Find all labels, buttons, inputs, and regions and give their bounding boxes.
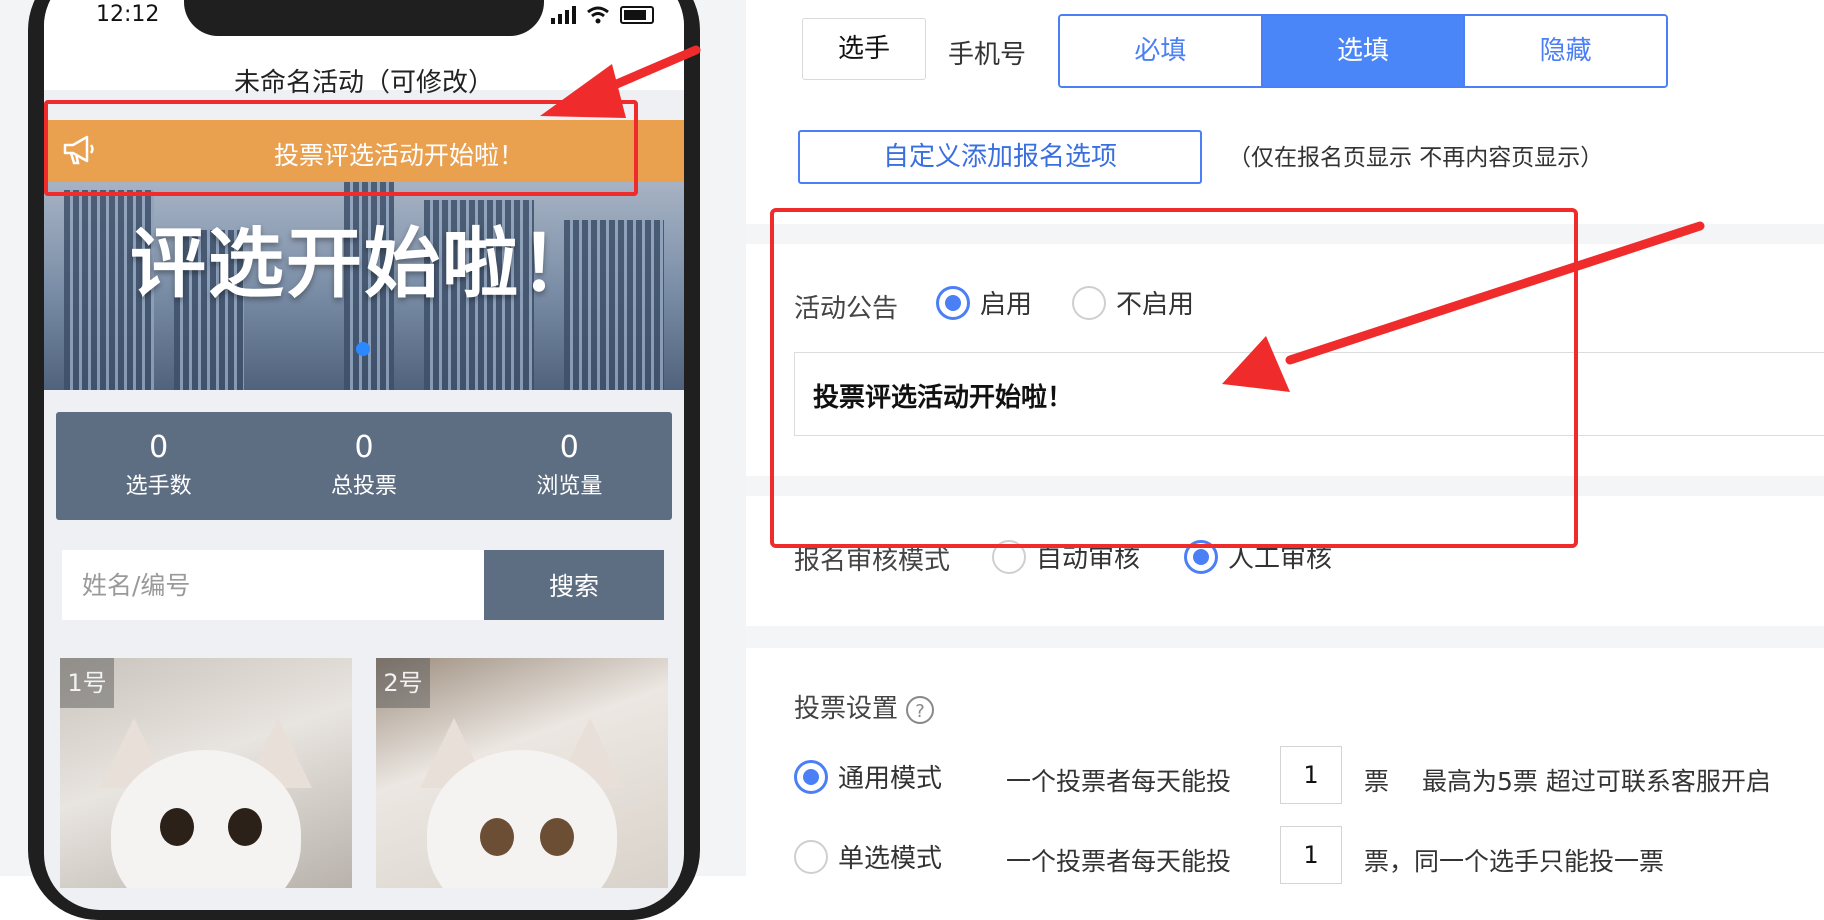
search-input[interactable] bbox=[62, 550, 484, 620]
banner-headline: 评选开始啦！ bbox=[130, 219, 598, 308]
radio-checked-icon bbox=[794, 759, 828, 794]
vote-settings-heading: 投票设置? bbox=[794, 688, 935, 725]
custom-field-button[interactable]: 自定义添加报名选项 bbox=[798, 130, 1202, 184]
banner-carousel[interactable]: 评选开始啦！ bbox=[44, 182, 684, 390]
phone-requirement-toggle: 必填 选填 隐藏 bbox=[1058, 14, 1668, 88]
vote-mode-general-radio[interactable]: 通用模式 bbox=[794, 758, 942, 795]
contestant-number: 2号 bbox=[376, 658, 430, 708]
radio-label: 单选模式 bbox=[838, 844, 943, 874]
search-button[interactable]: 搜索 bbox=[484, 550, 664, 620]
radio-unchecked-icon bbox=[794, 839, 828, 874]
daily-vote-count-input[interactable]: 1 bbox=[1280, 746, 1342, 804]
stat-label: 总投票 bbox=[330, 474, 397, 499]
radio-label: 通用模式 bbox=[838, 764, 943, 794]
stats-card: 0 选手数 0 总投票 0 浏览量 bbox=[56, 412, 672, 520]
option-required[interactable]: 必填 bbox=[1060, 16, 1261, 86]
option-optional[interactable]: 选填 bbox=[1260, 16, 1464, 86]
phone-preview-pane: 12:12 未命名活动（可修改） 投票评选活动开始啦！ 评选开始啦！ 0 选手数… bbox=[0, 0, 746, 920]
stat-value: 0 bbox=[559, 430, 579, 465]
stat-contestants: 0 选手数 bbox=[56, 412, 261, 520]
stat-value: 0 bbox=[354, 430, 374, 465]
contestant-card[interactable]: 2号 bbox=[376, 658, 668, 888]
app-title: 未命名活动（可修改） bbox=[233, 68, 494, 98]
daily-vote-count-input[interactable]: 1 bbox=[1280, 826, 1342, 884]
vote-mode-single-radio[interactable]: 单选模式 bbox=[794, 838, 942, 875]
vote-limit-prefix: 一个投票者每天能投 bbox=[1006, 767, 1232, 796]
stat-label: 选手数 bbox=[125, 474, 192, 499]
stat-views: 0 浏览量 bbox=[467, 412, 672, 520]
vote-unit: 票 bbox=[1364, 767, 1390, 796]
vote-unit: 票，同一个选手只能投一票 bbox=[1364, 847, 1665, 876]
contestant-number: 1号 bbox=[60, 658, 114, 708]
phone-notch bbox=[184, 0, 544, 36]
wifi-icon bbox=[587, 6, 609, 24]
status-icons bbox=[551, 6, 654, 24]
vote-settings-label: 投票设置 bbox=[794, 694, 899, 724]
vote-limit-prefix: 一个投票者每天能投 bbox=[1006, 847, 1232, 876]
stat-value: 0 bbox=[149, 430, 169, 465]
option-hidden[interactable]: 隐藏 bbox=[1463, 16, 1666, 86]
status-bar: 12:12 bbox=[44, 0, 684, 40]
search-bar: 搜索 bbox=[62, 550, 664, 620]
player-tag[interactable]: 选手 bbox=[802, 18, 926, 80]
contestant-card[interactable]: 1号 bbox=[60, 658, 352, 888]
help-icon[interactable]: ? bbox=[906, 695, 935, 724]
signal-icon bbox=[551, 6, 576, 24]
carousel-indicator[interactable] bbox=[356, 342, 370, 356]
vote-limit-note: 最高为5票 超过可联系客服开启 bbox=[1422, 767, 1771, 796]
contestant-grid: 1号 2号 bbox=[60, 658, 668, 888]
highlight-box bbox=[770, 208, 1578, 548]
battery-icon bbox=[620, 6, 654, 24]
custom-field-note: （仅在报名页显示 不再内容页显示） bbox=[1228, 145, 1604, 171]
stat-label: 浏览量 bbox=[536, 474, 603, 499]
stat-total-votes: 0 总投票 bbox=[261, 412, 466, 520]
section-divider bbox=[746, 626, 1824, 648]
highlight-box bbox=[44, 100, 638, 196]
phone-field-label: 手机号 bbox=[948, 40, 1027, 70]
status-time: 12:12 bbox=[96, 2, 160, 27]
